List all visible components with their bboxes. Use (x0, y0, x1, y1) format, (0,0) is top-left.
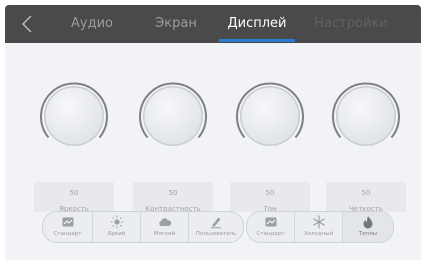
knob-contrast: 50 Контрастность (133, 78, 213, 228)
tone-knob[interactable] (230, 78, 310, 158)
edit-icon (211, 217, 221, 229)
picture-mode-vivid[interactable]: Яркий (93, 212, 141, 242)
color-temp-warm-label: Теплы (358, 231, 378, 237)
picture-mode-standard-label: Стандарт (53, 231, 82, 237)
sun-icon (110, 215, 123, 229)
picture-mode-user[interactable]: Пользователь (189, 212, 243, 242)
picture-mode-soft-label: Мягкий (153, 231, 176, 237)
contrast-knob[interactable] (133, 78, 213, 158)
tab-screen[interactable]: Экран (141, 5, 211, 43)
contrast-value: 50 (168, 189, 178, 197)
color-temp-cool-label: Холодный (303, 231, 334, 237)
tab-audio[interactable]: Аудио (57, 5, 127, 43)
picture-icon (62, 217, 73, 227)
picture-mode-soft[interactable]: Мягкий (141, 212, 189, 242)
picture-icon (265, 217, 276, 227)
color-temp-cool[interactable]: Холодный (295, 212, 343, 242)
color-temp-standard-label: Стандарт (256, 231, 285, 237)
active-tab-indicator (219, 39, 295, 42)
color-temp-standard[interactable]: Стандарт (247, 212, 295, 242)
snowflake-icon (312, 215, 325, 229)
brightness-knob[interactable] (34, 78, 114, 158)
sharpness-value: 50 (361, 189, 371, 197)
knob-sharpness: 50 Четкость (326, 78, 406, 228)
color-temp-warm[interactable]: Теплы (343, 212, 393, 242)
brightness-value: 50 (69, 189, 79, 197)
back-chevron-icon[interactable] (17, 12, 39, 36)
sharpness-knob[interactable] (326, 78, 406, 158)
display-content-panel: 50 Яркость 50 Контрастность 50 Тон 50 Че… (5, 43, 421, 260)
display-settings-screen: Аудио Экран Дисплей Настройки 50 Яркость… (0, 0, 426, 260)
tab-settings[interactable]: Настройки (311, 5, 391, 43)
top-navigation-bar: Аудио Экран Дисплей Настройки (5, 5, 421, 43)
flame-icon (363, 216, 373, 229)
tab-display[interactable]: Дисплей (219, 5, 295, 43)
knob-brightness: 50 Яркость (34, 78, 114, 228)
picture-mode-user-label: Пользователь (195, 231, 237, 237)
picture-mode-group: Стандарт Яркий Мягкий Пользователь (42, 211, 244, 243)
cloud-icon (158, 218, 171, 226)
picture-mode-vivid-label: Яркий (107, 231, 126, 237)
picture-mode-standard[interactable]: Стандарт (43, 212, 93, 242)
color-temperature-group: Стандарт Холодный Теплы (246, 211, 394, 243)
tone-value: 50 (265, 189, 275, 197)
knob-tone: 50 Тон (230, 78, 310, 228)
